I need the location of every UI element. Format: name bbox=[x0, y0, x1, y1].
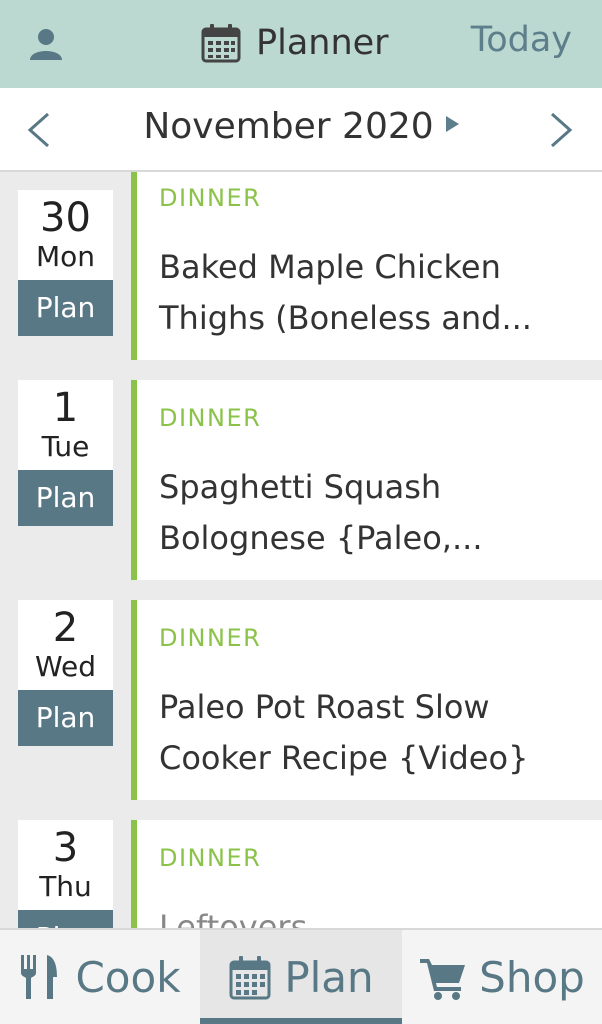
day-number: 3 bbox=[52, 825, 79, 871]
tab-cook[interactable]: Cook bbox=[0, 930, 200, 1024]
date-box: 3 Thu Plan bbox=[18, 820, 113, 928]
tab-shop-label: Shop bbox=[479, 952, 585, 1002]
month-label: November 2020 bbox=[143, 106, 434, 147]
plan-day-button[interactable]: Plan bbox=[18, 910, 113, 928]
day-of-week: Wed bbox=[34, 650, 97, 683]
month-navigation: November 2020 bbox=[0, 88, 602, 172]
top-header: Planner Today bbox=[0, 0, 602, 88]
tab-shop[interactable]: Shop bbox=[402, 930, 602, 1024]
meal-card[interactable]: DINNER Spaghetti Squash Bolognese {Paleo… bbox=[131, 380, 602, 580]
calendar-icon bbox=[229, 956, 271, 1000]
bottom-tab-bar: Cook Plan Shop bbox=[0, 928, 602, 1024]
recipe-title: Leftovers bbox=[159, 908, 308, 928]
day-number: 30 bbox=[40, 195, 91, 241]
day-of-week: Mon bbox=[35, 240, 96, 273]
plan-day-button[interactable]: Plan bbox=[18, 470, 113, 526]
plan-day-button[interactable]: Plan bbox=[18, 690, 113, 746]
date-box: 30 Mon Plan bbox=[18, 190, 113, 336]
meal-type: DINNER bbox=[159, 404, 262, 432]
tab-cook-label: Cook bbox=[75, 952, 181, 1002]
page-title: Planner bbox=[200, 18, 389, 68]
plan-day-button[interactable]: Plan bbox=[18, 280, 113, 336]
date-box: 2 Wed Plan bbox=[18, 600, 113, 746]
fork-knife-icon bbox=[21, 955, 58, 999]
user-icon[interactable] bbox=[28, 26, 64, 62]
month-selector[interactable]: November 2020 bbox=[0, 106, 602, 147]
calendar-icon bbox=[201, 24, 241, 63]
date-box: 1 Tue Plan bbox=[18, 380, 113, 526]
day-row: 3 Thu Plan DINNER Leftovers bbox=[0, 820, 602, 928]
meal-card[interactable]: DINNER Baked Maple Chicken Thighs (Bonel… bbox=[131, 172, 602, 360]
recipe-title: Baked Maple Chicken Thighs (Boneless and… bbox=[159, 248, 532, 337]
page-title-text: Planner bbox=[256, 23, 389, 63]
day-list[interactable]: 30 Mon Plan DINNER Baked Maple Chicken T… bbox=[0, 172, 602, 928]
day-row: 1 Tue Plan DINNER Spaghetti Squash Bolog… bbox=[0, 380, 602, 580]
day-row: 30 Mon Plan DINNER Baked Maple Chicken T… bbox=[0, 172, 602, 360]
day-number: 2 bbox=[52, 605, 79, 651]
active-tab-indicator bbox=[200, 1018, 402, 1024]
meal-card[interactable]: DINNER Leftovers bbox=[131, 820, 602, 928]
day-of-week: Thu bbox=[39, 870, 92, 903]
tab-plan-label: Plan bbox=[284, 952, 374, 1002]
meal-type: DINNER bbox=[159, 184, 262, 212]
today-button[interactable]: Today bbox=[471, 20, 572, 60]
recipe-title: Spaghetti Squash Bolognese {Paleo,... bbox=[159, 468, 483, 557]
day-of-week: Tue bbox=[41, 430, 90, 463]
meal-card[interactable]: DINNER Paleo Pot Roast Slow Cooker Recip… bbox=[131, 600, 602, 800]
meal-type: DINNER bbox=[159, 624, 262, 652]
shopping-cart-icon bbox=[420, 959, 466, 1000]
day-row: 2 Wed Plan DINNER Paleo Pot Roast Slow C… bbox=[0, 600, 602, 800]
meal-type: DINNER bbox=[159, 844, 262, 872]
recipe-title: Paleo Pot Roast Slow Cooker Recipe {Vide… bbox=[159, 688, 529, 777]
day-number: 1 bbox=[52, 385, 79, 431]
triangle-right-icon bbox=[445, 116, 459, 132]
tab-plan[interactable]: Plan bbox=[200, 930, 402, 1024]
chevron-right-icon[interactable] bbox=[544, 110, 578, 150]
